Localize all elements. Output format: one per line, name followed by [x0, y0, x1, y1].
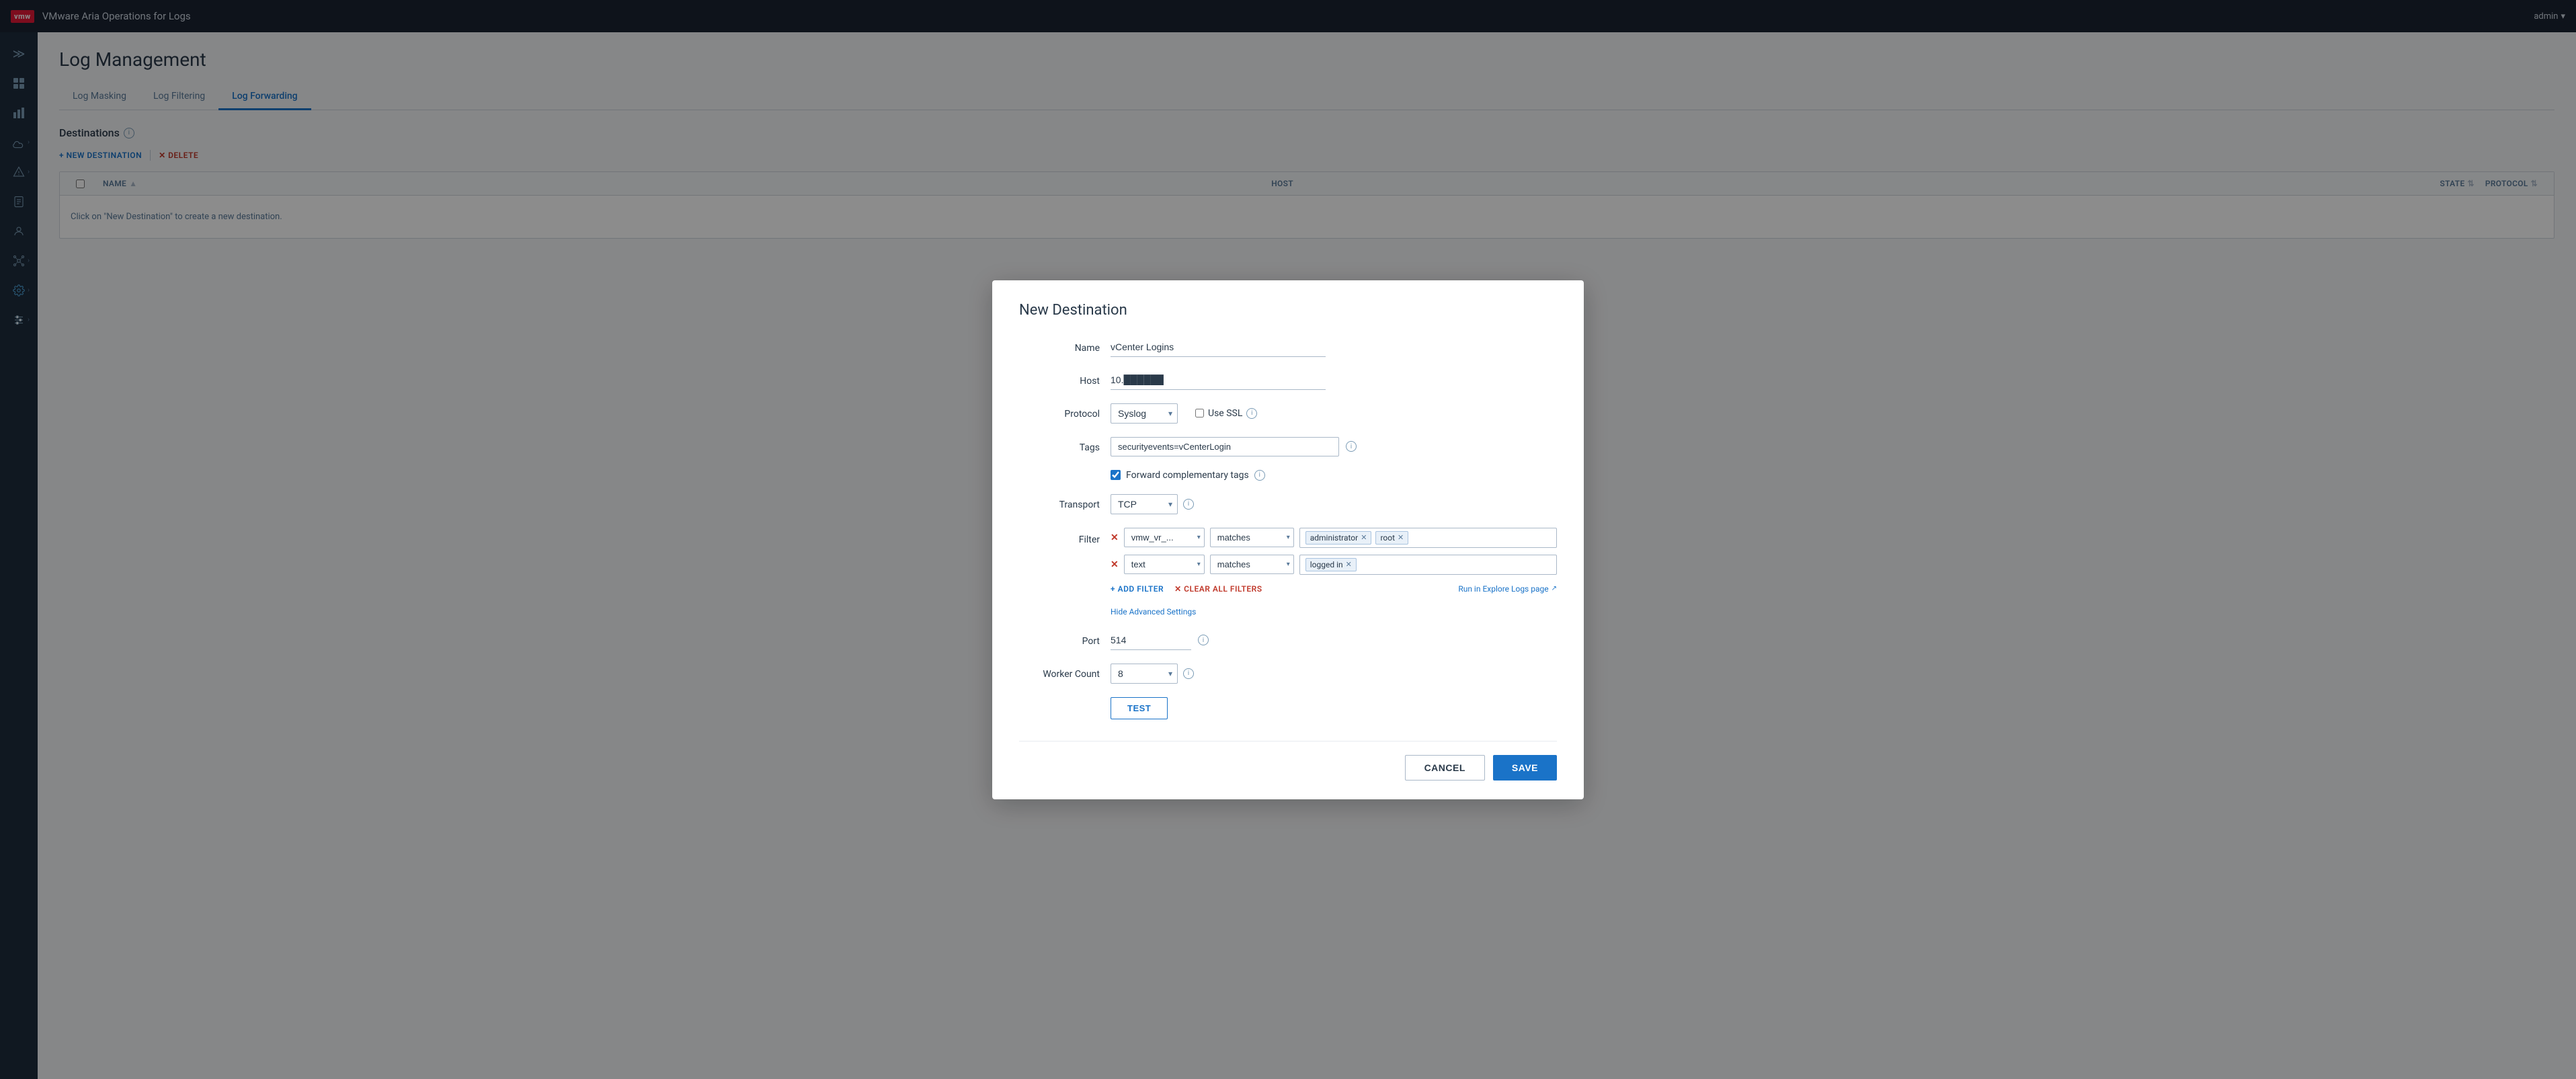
- form-row-tags: Tags i: [1019, 437, 1557, 456]
- form-row-filter: Filter ✕ vmw_vr_... ▾ matches does not: [1019, 528, 1557, 617]
- modal-overlay: New Destination Name Host Protocol Syslo…: [0, 0, 2576, 1079]
- forward-tags-info-icon: i: [1254, 470, 1265, 481]
- filter-actions: + ADD FILTER ✕ CLEAR ALL FILTERS Run in …: [1111, 584, 1557, 594]
- form-row-worker-count: Worker Count 1 2 4 8 16 ▾ i: [1019, 664, 1557, 684]
- name-control: [1111, 337, 1557, 357]
- filter-operator-1-select[interactable]: matches does not match contains: [1210, 528, 1294, 547]
- filter-operator-2-select[interactable]: matches does not match contains: [1210, 555, 1294, 574]
- worker-count-control: 1 2 4 8 16 ▾ i: [1111, 664, 1557, 684]
- tags-control: i: [1111, 437, 1557, 456]
- protocol-select[interactable]: Syslog CFapi: [1111, 403, 1178, 424]
- form-row-transport: Transport TCP UDP ▾ i: [1019, 494, 1557, 514]
- remove-filter-2-icon[interactable]: ✕: [1111, 560, 1119, 569]
- form-row-port: Port i: [1019, 631, 1557, 650]
- clear-all-filters-button[interactable]: ✕ CLEAR ALL FILTERS: [1174, 584, 1262, 594]
- use-ssl-label: Use SSL: [1208, 408, 1242, 419]
- filter-field-1-select[interactable]: vmw_vr_...: [1124, 528, 1205, 547]
- transport-info-icon: i: [1183, 499, 1194, 510]
- worker-count-info-icon: i: [1183, 668, 1194, 679]
- form-row-host: Host: [1019, 370, 1557, 390]
- use-ssl-info-icon: i: [1246, 408, 1257, 419]
- remove-tag-logged-in[interactable]: ✕: [1346, 561, 1352, 568]
- dialog-footer: CANCEL SAVE: [1019, 741, 1557, 781]
- filter-label: Filter: [1019, 528, 1100, 545]
- test-button[interactable]: TEST: [1111, 697, 1168, 719]
- tag-chip-root: root ✕: [1375, 531, 1408, 545]
- protocol-control: Syslog CFapi ▾ Use SSL i: [1111, 403, 1557, 424]
- transport-group: TCP UDP ▾ i: [1111, 494, 1194, 514]
- cancel-button[interactable]: CANCEL: [1405, 755, 1485, 781]
- forward-complementary-label: Forward complementary tags: [1126, 470, 1249, 481]
- form-row-test: TEST: [1019, 697, 1557, 719]
- port-control: i: [1111, 631, 1557, 650]
- tag-chip-logged-in: logged in ✕: [1305, 558, 1357, 571]
- worker-count-select-outer: 1 2 4 8 16 ▾: [1111, 664, 1178, 684]
- port-input[interactable]: [1111, 631, 1191, 650]
- save-button[interactable]: SAVE: [1493, 755, 1557, 781]
- worker-select-wrapper: 1 2 4 8 16 ▾ i: [1111, 664, 1194, 684]
- dialog-title: New Destination: [1019, 302, 1557, 319]
- filter-values-2: logged in ✕: [1299, 555, 1557, 575]
- port-label: Port: [1019, 631, 1100, 647]
- filter-area: ✕ vmw_vr_... ▾ matches does not match co…: [1111, 528, 1557, 617]
- name-label: Name: [1019, 337, 1100, 354]
- transport-select-wrapper: TCP UDP ▾: [1111, 494, 1178, 514]
- add-filter-button[interactable]: + ADD FILTER: [1111, 584, 1164, 594]
- filter-row-2: ✕ text ▾ matches does not match contains: [1111, 555, 1557, 575]
- forward-tags-group: Forward complementary tags i: [1111, 470, 1265, 481]
- tags-info-icon: i: [1346, 441, 1357, 452]
- protocol-select-wrapper: Syslog CFapi ▾: [1111, 403, 1178, 424]
- new-destination-dialog: New Destination Name Host Protocol Syslo…: [992, 280, 1584, 799]
- filter-field-2-wrap: text ▾: [1124, 555, 1205, 574]
- tags-label: Tags: [1019, 437, 1100, 453]
- form-row-protocol: Protocol Syslog CFapi ▾ Use SSL i: [1019, 403, 1557, 424]
- filter-row-1: ✕ vmw_vr_... ▾ matches does not match co…: [1111, 528, 1557, 548]
- name-input[interactable]: [1111, 337, 1326, 357]
- use-ssl-group: Use SSL i: [1195, 408, 1257, 419]
- remove-tag-administrator[interactable]: ✕: [1361, 534, 1367, 541]
- tags-input[interactable]: [1111, 437, 1339, 456]
- form-row-name: Name: [1019, 337, 1557, 357]
- host-label: Host: [1019, 370, 1100, 387]
- worker-count-label: Worker Count: [1019, 664, 1100, 680]
- filter-operator-1-wrap: matches does not match contains ▾: [1210, 528, 1294, 547]
- filter-field-1-wrap: vmw_vr_... ▾: [1124, 528, 1205, 547]
- use-ssl-checkbox[interactable]: [1195, 409, 1204, 417]
- filter-operator-2-wrap: matches does not match contains ▾: [1210, 555, 1294, 574]
- host-control: [1111, 370, 1557, 390]
- port-info-icon: i: [1198, 635, 1209, 645]
- hide-advanced-button[interactable]: Hide Advanced Settings: [1111, 607, 1196, 616]
- host-input[interactable]: [1111, 370, 1326, 390]
- run-explore-button[interactable]: Run in Explore Logs page ↗: [1458, 584, 1557, 594]
- remove-tag-root[interactable]: ✕: [1398, 534, 1404, 541]
- transport-select[interactable]: TCP UDP: [1111, 494, 1178, 514]
- protocol-label: Protocol: [1019, 403, 1100, 419]
- filter-field-2-select[interactable]: text: [1124, 555, 1205, 574]
- filter-values-1: administrator ✕ root ✕: [1299, 528, 1557, 548]
- transport-control: TCP UDP ▾ i: [1111, 494, 1557, 514]
- remove-filter-1-icon[interactable]: ✕: [1111, 533, 1119, 543]
- forward-complementary-checkbox[interactable]: [1111, 470, 1121, 480]
- worker-count-select[interactable]: 1 2 4 8 16: [1111, 664, 1178, 684]
- transport-label: Transport: [1019, 494, 1100, 510]
- form-row-forward-tags: Forward complementary tags i: [1019, 470, 1557, 481]
- tag-chip-administrator: administrator ✕: [1305, 531, 1372, 545]
- hide-advanced-wrapper: Hide Advanced Settings: [1111, 604, 1557, 617]
